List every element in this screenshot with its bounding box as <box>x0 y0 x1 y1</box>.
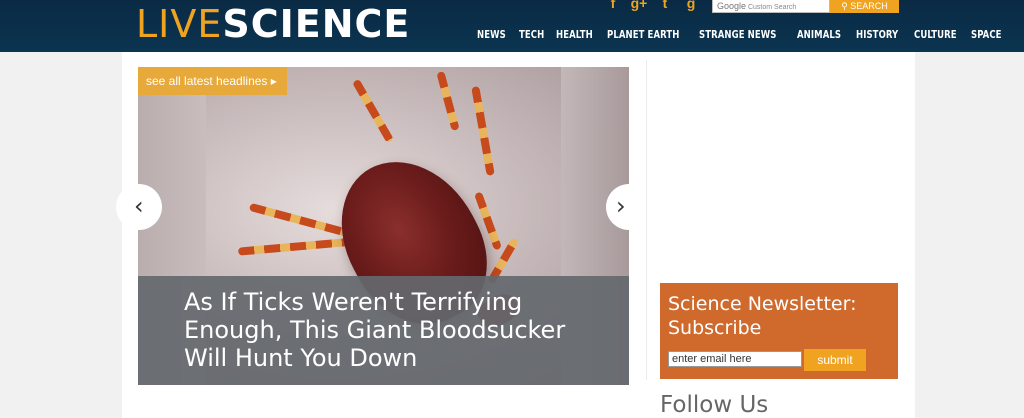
nav-tech[interactable]: TECH <box>519 28 544 41</box>
logo-science: SCIENCE <box>222 2 411 46</box>
nav-planet-earth[interactable]: PLANET EARTH <box>607 28 679 41</box>
newsletter-submit-button[interactable]: submit <box>804 349 866 371</box>
sidebar-divider <box>646 60 647 380</box>
search-button-label: SEARCH <box>850 0 888 11</box>
google-label: Google <box>717 1 747 11</box>
search-button[interactable]: ⚲ SEARCH <box>830 0 899 13</box>
search-icon: ⚲ <box>841 0 848 11</box>
googleplus-icon[interactable]: g+ <box>630 0 648 10</box>
nav-animals[interactable]: ANIMALS <box>797 28 841 41</box>
see-all-headlines-button[interactable]: see all latest headlines ▸ <box>138 67 287 95</box>
nav-health[interactable]: HEALTH <box>556 28 593 41</box>
site-logo[interactable]: LIVESCIENCE <box>136 4 410 44</box>
slider-headline-link[interactable]: As If Ticks Weren't Terrifying Enough, T… <box>184 288 604 372</box>
nav-culture[interactable]: CULTURE <box>914 28 957 41</box>
newsletter-title: Science Newsletter: Subscribe <box>668 293 857 339</box>
facebook-icon[interactable]: f <box>604 0 622 10</box>
google-icon[interactable]: g <box>682 0 700 10</box>
search-placeholder: Custom Search <box>747 4 797 11</box>
chevron-right-icon: › <box>616 192 626 220</box>
twitter-icon[interactable]: t <box>656 0 674 10</box>
nav-space[interactable]: SPACE <box>971 28 1002 41</box>
nav-news[interactable]: NEWS <box>477 28 506 41</box>
nav-strange-news[interactable]: STRANGE NEWS <box>699 28 776 41</box>
site-header: LIVESCIENCE f g+ t g Google Custom Searc… <box>0 0 1024 52</box>
newsletter-email-input[interactable] <box>668 351 802 367</box>
nav-history[interactable]: HISTORY <box>856 28 898 41</box>
search-input[interactable]: Google Custom Search <box>712 0 830 13</box>
follow-us-heading: Follow Us <box>660 392 769 418</box>
main-nav: NEWS TECH HEALTH PLANET EARTH STRANGE NE… <box>477 28 1007 41</box>
slider-prev-button[interactable]: ‹ <box>116 184 162 230</box>
social-links: f g+ t g <box>604 0 700 10</box>
chevron-left-icon: ‹ <box>134 192 144 220</box>
logo-live: LIVE <box>136 2 223 46</box>
